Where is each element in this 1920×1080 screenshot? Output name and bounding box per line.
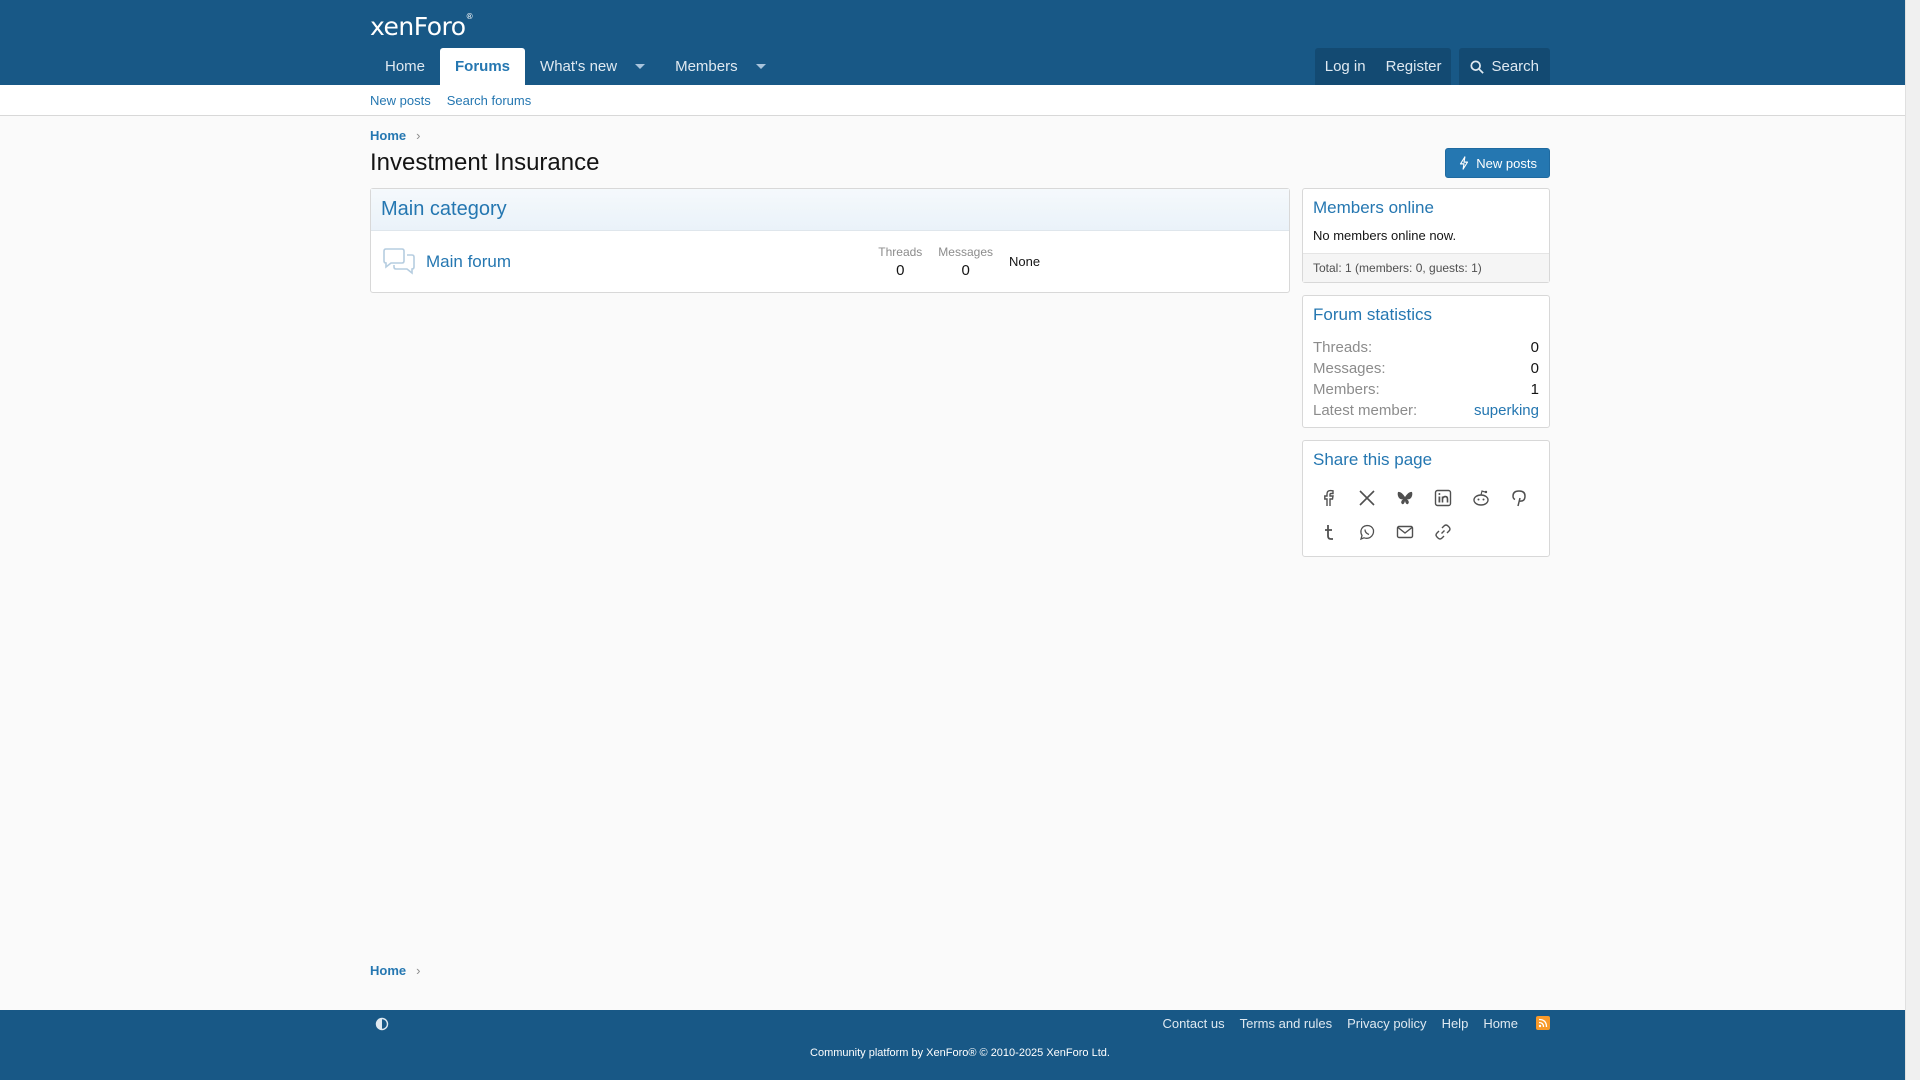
- stat-key: Members:: [1313, 381, 1380, 398]
- chevron-down-icon[interactable]: [635, 64, 646, 69]
- stat-row: Threads: 0: [1313, 337, 1539, 358]
- forum-chat-icon: [381, 244, 417, 280]
- search-label: Search: [1491, 58, 1539, 75]
- share-title: Share this page: [1313, 450, 1433, 469]
- stat-key: Latest member:: [1313, 402, 1418, 419]
- stat-value: 0: [1530, 339, 1539, 356]
- whatsapp-icon[interactable]: [1353, 518, 1381, 546]
- email-icon[interactable]: [1391, 518, 1419, 546]
- chevron-right-icon: ›: [416, 128, 421, 143]
- site-header: xenForo® Home Forums What's new Members …: [0, 0, 1920, 85]
- account-links: Log in Register: [1314, 48, 1452, 85]
- category-title[interactable]: Main category: [371, 189, 1289, 231]
- stat-value: 0: [1530, 360, 1539, 377]
- footer-privacy[interactable]: Privacy policy: [1347, 1016, 1426, 1031]
- members-online-total: Total: 1 (members: 0, guests: 1): [1303, 253, 1549, 282]
- nav-tab-home[interactable]: Home: [370, 48, 440, 85]
- style-toggle-icon[interactable]: [374, 1016, 390, 1032]
- bluesky-icon[interactable]: [1391, 484, 1419, 512]
- facebook-icon[interactable]: [1315, 484, 1343, 512]
- nav-tab-forums[interactable]: Forums: [440, 48, 526, 85]
- last-post: None: [1009, 254, 1041, 269]
- chevron-down-icon[interactable]: [755, 64, 766, 69]
- category-block: Main category Main forum Threads 0 Messa…: [370, 188, 1290, 293]
- forum-statistics-block: Forum statistics Threads: 0 Messages: 0 Me…: [1302, 295, 1550, 428]
- latest-member-link[interactable]: superking: [1474, 400, 1539, 421]
- threads-value: 0: [896, 261, 905, 279]
- footer-home[interactable]: Home: [1483, 1016, 1518, 1031]
- main-nav: Home Forums What's new Members: [370, 48, 781, 85]
- reddit-icon[interactable]: [1467, 484, 1495, 512]
- stat-key: Messages:: [1313, 360, 1386, 377]
- nav-tab-whats-new[interactable]: What's new: [525, 48, 660, 85]
- stat-row: Messages: 0: [1313, 358, 1539, 379]
- subnav-new-posts[interactable]: New posts: [370, 93, 431, 108]
- page-body: Home › Investment Insurance New posts Ma…: [0, 116, 1920, 1011]
- breadcrumb: Home ›: [370, 116, 1550, 143]
- subnav-search-forums[interactable]: Search forums: [447, 93, 532, 108]
- messages-value: 0: [961, 261, 970, 279]
- breadcrumb-home[interactable]: Home: [370, 128, 406, 143]
- rss-icon[interactable]: [1536, 1016, 1550, 1030]
- forum-statistics-title: Forum statistics: [1313, 305, 1433, 324]
- x-icon[interactable]: [1353, 484, 1381, 512]
- members-online-title[interactable]: Members online: [1303, 189, 1549, 224]
- stat-row: Members: 1: [1313, 379, 1539, 400]
- search-button[interactable]: Search: [1459, 48, 1550, 85]
- page-scrollbar[interactable]: [1905, 0, 1920, 1080]
- chevron-right-icon: ›: [416, 963, 421, 978]
- threads-label: Threads: [878, 244, 923, 259]
- share-block: Share this page: [1302, 440, 1550, 557]
- register-link[interactable]: Register: [1376, 48, 1452, 85]
- footer-terms[interactable]: Terms and rules: [1240, 1016, 1332, 1031]
- linkedin-icon[interactable]: [1429, 484, 1457, 512]
- new-posts-button[interactable]: New posts: [1445, 148, 1550, 178]
- copyright: Community platform by XenForo® © 2010-20…: [810, 1047, 1110, 1059]
- page-title: Investment Insurance: [370, 149, 600, 176]
- stat-row: Latest member: superking: [1313, 400, 1539, 421]
- tumblr-icon[interactable]: [1315, 518, 1343, 546]
- nav-tab-members[interactable]: Members: [660, 48, 781, 85]
- search-icon: [1470, 59, 1485, 74]
- forum-title-link[interactable]: Main forum: [426, 252, 878, 272]
- members-online-block: Members online No members online now. To…: [1302, 188, 1550, 283]
- site-logo[interactable]: xenForo®: [370, 12, 474, 41]
- members-online-body: No members online now.: [1313, 228, 1457, 243]
- new-posts-label: New posts: [1476, 155, 1537, 171]
- messages-stat: Messages 0: [938, 245, 993, 279]
- footer-help[interactable]: Help: [1442, 1016, 1469, 1031]
- login-link[interactable]: Log in: [1315, 48, 1376, 85]
- sub-nav: New posts Search forums: [0, 85, 1920, 116]
- bottom-breadcrumb: Home ›: [370, 963, 1550, 978]
- messages-label: Messages: [938, 244, 993, 259]
- footer-contact-us[interactable]: Contact us: [1162, 1016, 1224, 1031]
- stat-value: 1: [1530, 381, 1539, 398]
- bolt-icon: [1460, 156, 1469, 170]
- breadcrumb-home[interactable]: Home: [370, 963, 406, 978]
- stat-key: Threads:: [1313, 339, 1373, 356]
- site-footer: Contact us Terms and rules Privacy polic…: [0, 1010, 1920, 1080]
- link-icon[interactable]: [1429, 518, 1457, 546]
- threads-stat: Threads 0: [878, 245, 922, 279]
- pinterest-icon[interactable]: [1505, 484, 1533, 512]
- forum-row: Main forum Threads 0 Messages 0 None: [371, 231, 1289, 292]
